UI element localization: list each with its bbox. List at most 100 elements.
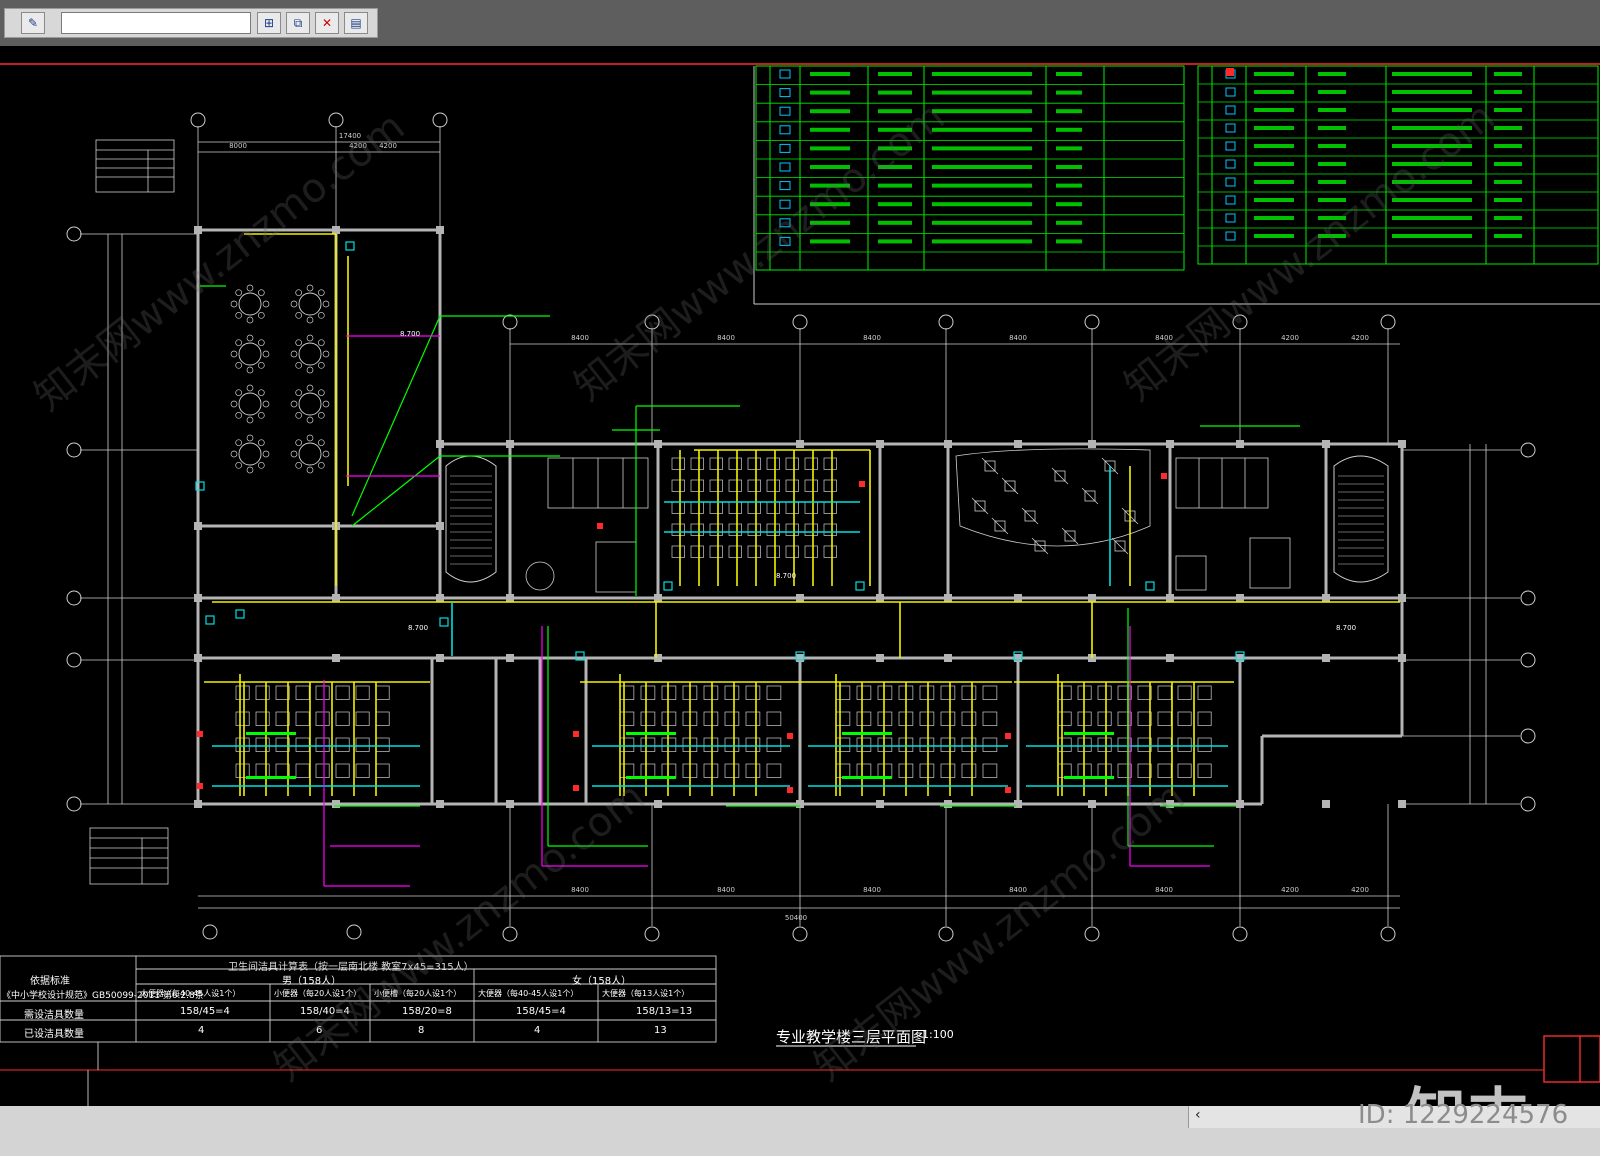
legend-symbol <box>1225 231 1236 241</box>
desk <box>919 763 935 778</box>
desk <box>690 479 704 492</box>
axis-bubble <box>1380 314 1396 330</box>
column <box>1014 594 1022 602</box>
dimension-text: 8400 <box>571 334 589 342</box>
axis-bubble <box>1084 314 1100 330</box>
column <box>332 654 340 662</box>
dining-chair <box>317 339 325 347</box>
red-device <box>1005 733 1011 739</box>
fixture-table-subhead: 大便器（每40-45人设1个） <box>478 989 579 998</box>
legend-symbol <box>1225 141 1236 151</box>
axis-bubble <box>792 926 808 942</box>
column <box>944 440 952 448</box>
dimension-text: 8400 <box>1009 334 1027 342</box>
desk <box>823 545 837 558</box>
layer-delete-icon[interactable]: ✕ <box>315 12 339 34</box>
fixture-table-cell: 6 <box>316 1025 323 1036</box>
legend-text-block <box>1318 198 1346 202</box>
desk <box>804 501 818 514</box>
dining-chair <box>290 300 298 308</box>
dining-chair <box>246 316 254 324</box>
toilet-stalls-right <box>1175 457 1291 591</box>
desk <box>1097 685 1112 700</box>
legend-text-block <box>1254 90 1294 94</box>
scroll-left-icon[interactable]: ‹ <box>1195 1107 1201 1123</box>
column <box>1398 594 1406 602</box>
drawing-canvas[interactable]: 8400 8400 8400 8400 8400 8400 8400 8400 8400 8400… <box>0 46 1600 1152</box>
axis-bubble <box>66 796 82 812</box>
dining-chair <box>317 289 325 297</box>
desk <box>961 685 977 700</box>
green-leader <box>351 315 550 517</box>
elevation-text: 8.700 <box>408 624 428 632</box>
desk <box>661 685 677 700</box>
desk <box>982 737 998 752</box>
desk <box>619 685 635 700</box>
desk <box>745 685 761 700</box>
layer-properties-icon[interactable]: ▤ <box>344 12 368 34</box>
stair-treads-right <box>1338 475 1384 565</box>
desk <box>982 763 998 778</box>
layer-add-icon[interactable]: ⊞ <box>257 12 281 34</box>
legend-text-block <box>1056 183 1082 188</box>
edit-icon[interactable]: ✎ <box>21 12 45 34</box>
dining-chair <box>235 361 243 369</box>
desk <box>703 685 719 700</box>
legend-text-block <box>1254 198 1294 202</box>
wiring-green <box>200 285 1300 847</box>
legend-symbol <box>779 181 791 191</box>
desk <box>766 479 780 492</box>
fixture-table-male-group: 男（158人） <box>282 976 342 987</box>
column <box>876 594 884 602</box>
column <box>436 800 444 808</box>
column <box>1398 800 1406 808</box>
info-table-top <box>95 139 175 193</box>
red-device <box>1161 473 1167 479</box>
desk <box>1057 711 1072 726</box>
dimension-text: 4200 <box>1281 334 1299 342</box>
dimension-text: 8400 <box>1155 886 1173 894</box>
desk <box>745 711 761 726</box>
legend-text-block <box>1056 90 1082 95</box>
layer-copy-icon[interactable]: ⧉ <box>286 12 310 34</box>
dining-chair <box>257 311 265 319</box>
axis-bubble <box>432 112 448 128</box>
desk <box>235 763 250 778</box>
legend-text-block <box>1392 216 1472 220</box>
desk <box>619 737 635 752</box>
legend-text-block <box>810 239 850 244</box>
column <box>1236 800 1244 808</box>
dining-chair <box>295 389 303 397</box>
column <box>332 594 340 602</box>
desk <box>255 737 270 752</box>
legend-text-block <box>810 146 850 151</box>
dining-chair <box>235 461 243 469</box>
legend-text-block <box>1318 144 1346 148</box>
axis-bubble <box>1520 796 1536 812</box>
column <box>944 654 952 662</box>
column <box>1088 440 1096 448</box>
legend-text-block <box>1254 162 1294 166</box>
cad-drawing: 8400 8400 8400 8400 8400 8400 8400 8400 8400 8400… <box>0 63 1600 1106</box>
desk <box>785 501 799 514</box>
fixture-table-cell: 13 <box>654 1025 667 1036</box>
desk <box>835 763 851 778</box>
stair-right <box>1333 455 1389 583</box>
legend-text-block <box>1494 216 1522 220</box>
column <box>436 594 444 602</box>
column <box>876 654 884 662</box>
red-device <box>787 733 793 739</box>
dining-chair <box>246 416 254 424</box>
column <box>332 226 340 234</box>
desk <box>355 763 370 778</box>
legend-text-block <box>1392 90 1472 94</box>
legend-symbol <box>779 218 791 228</box>
layer-dropdown[interactable] <box>61 12 251 34</box>
lounge-seat-mark <box>1111 537 1129 555</box>
legend-text-block <box>810 165 850 169</box>
desk <box>747 479 761 492</box>
legend-text-block <box>1494 234 1522 238</box>
column <box>506 440 514 448</box>
dining-chair <box>317 361 325 369</box>
axis-bubble <box>66 652 82 668</box>
